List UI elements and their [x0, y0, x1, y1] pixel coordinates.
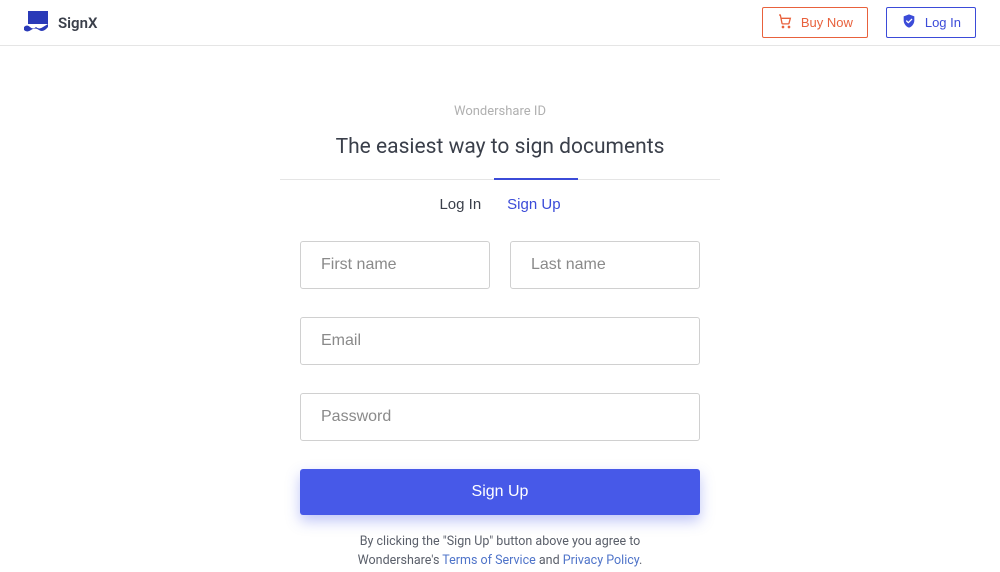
header-buttons: Buy Now Log In — [762, 7, 976, 38]
subheading: Wondershare ID — [454, 104, 546, 119]
legal-line2-prefix: Wondershare's — [358, 553, 443, 568]
legal-and: and — [536, 553, 563, 568]
signx-logo-icon — [24, 11, 50, 35]
tab-signup[interactable]: Sign Up — [507, 196, 560, 213]
header-login-button[interactable]: Log In — [886, 7, 976, 38]
cart-icon — [777, 13, 793, 32]
active-tab-indicator — [494, 178, 578, 180]
brand-name: SignX — [58, 14, 97, 32]
tab-underline — [280, 179, 720, 180]
last-name-field[interactable] — [510, 241, 700, 289]
buy-now-button[interactable]: Buy Now — [762, 7, 868, 38]
header: SignX Buy Now Log In — [0, 0, 1000, 46]
first-name-field[interactable] — [300, 241, 490, 289]
name-row — [300, 241, 700, 289]
main-content: Wondershare ID The easiest way to sign d… — [0, 46, 1000, 571]
logo: SignX — [24, 11, 97, 35]
signup-button[interactable]: Sign Up — [300, 469, 700, 515]
password-field[interactable] — [300, 393, 700, 441]
privacy-policy-link[interactable]: Privacy Policy — [563, 553, 639, 568]
email-row — [300, 317, 700, 365]
terms-of-service-link[interactable]: Terms of Service — [442, 553, 535, 568]
tab-login[interactable]: Log In — [439, 196, 481, 213]
password-row — [300, 393, 700, 441]
legal-line1: By clicking the "Sign Up" button above y… — [360, 534, 641, 549]
shield-check-icon — [901, 13, 917, 32]
email-field[interactable] — [300, 317, 700, 365]
header-login-label: Log In — [925, 15, 961, 30]
buy-now-label: Buy Now — [801, 15, 853, 30]
legal-period: . — [639, 553, 642, 568]
auth-tabs: Log In Sign Up — [439, 196, 560, 213]
page-title: The easiest way to sign documents — [336, 135, 665, 159]
legal-text: By clicking the "Sign Up" button above y… — [358, 533, 643, 571]
